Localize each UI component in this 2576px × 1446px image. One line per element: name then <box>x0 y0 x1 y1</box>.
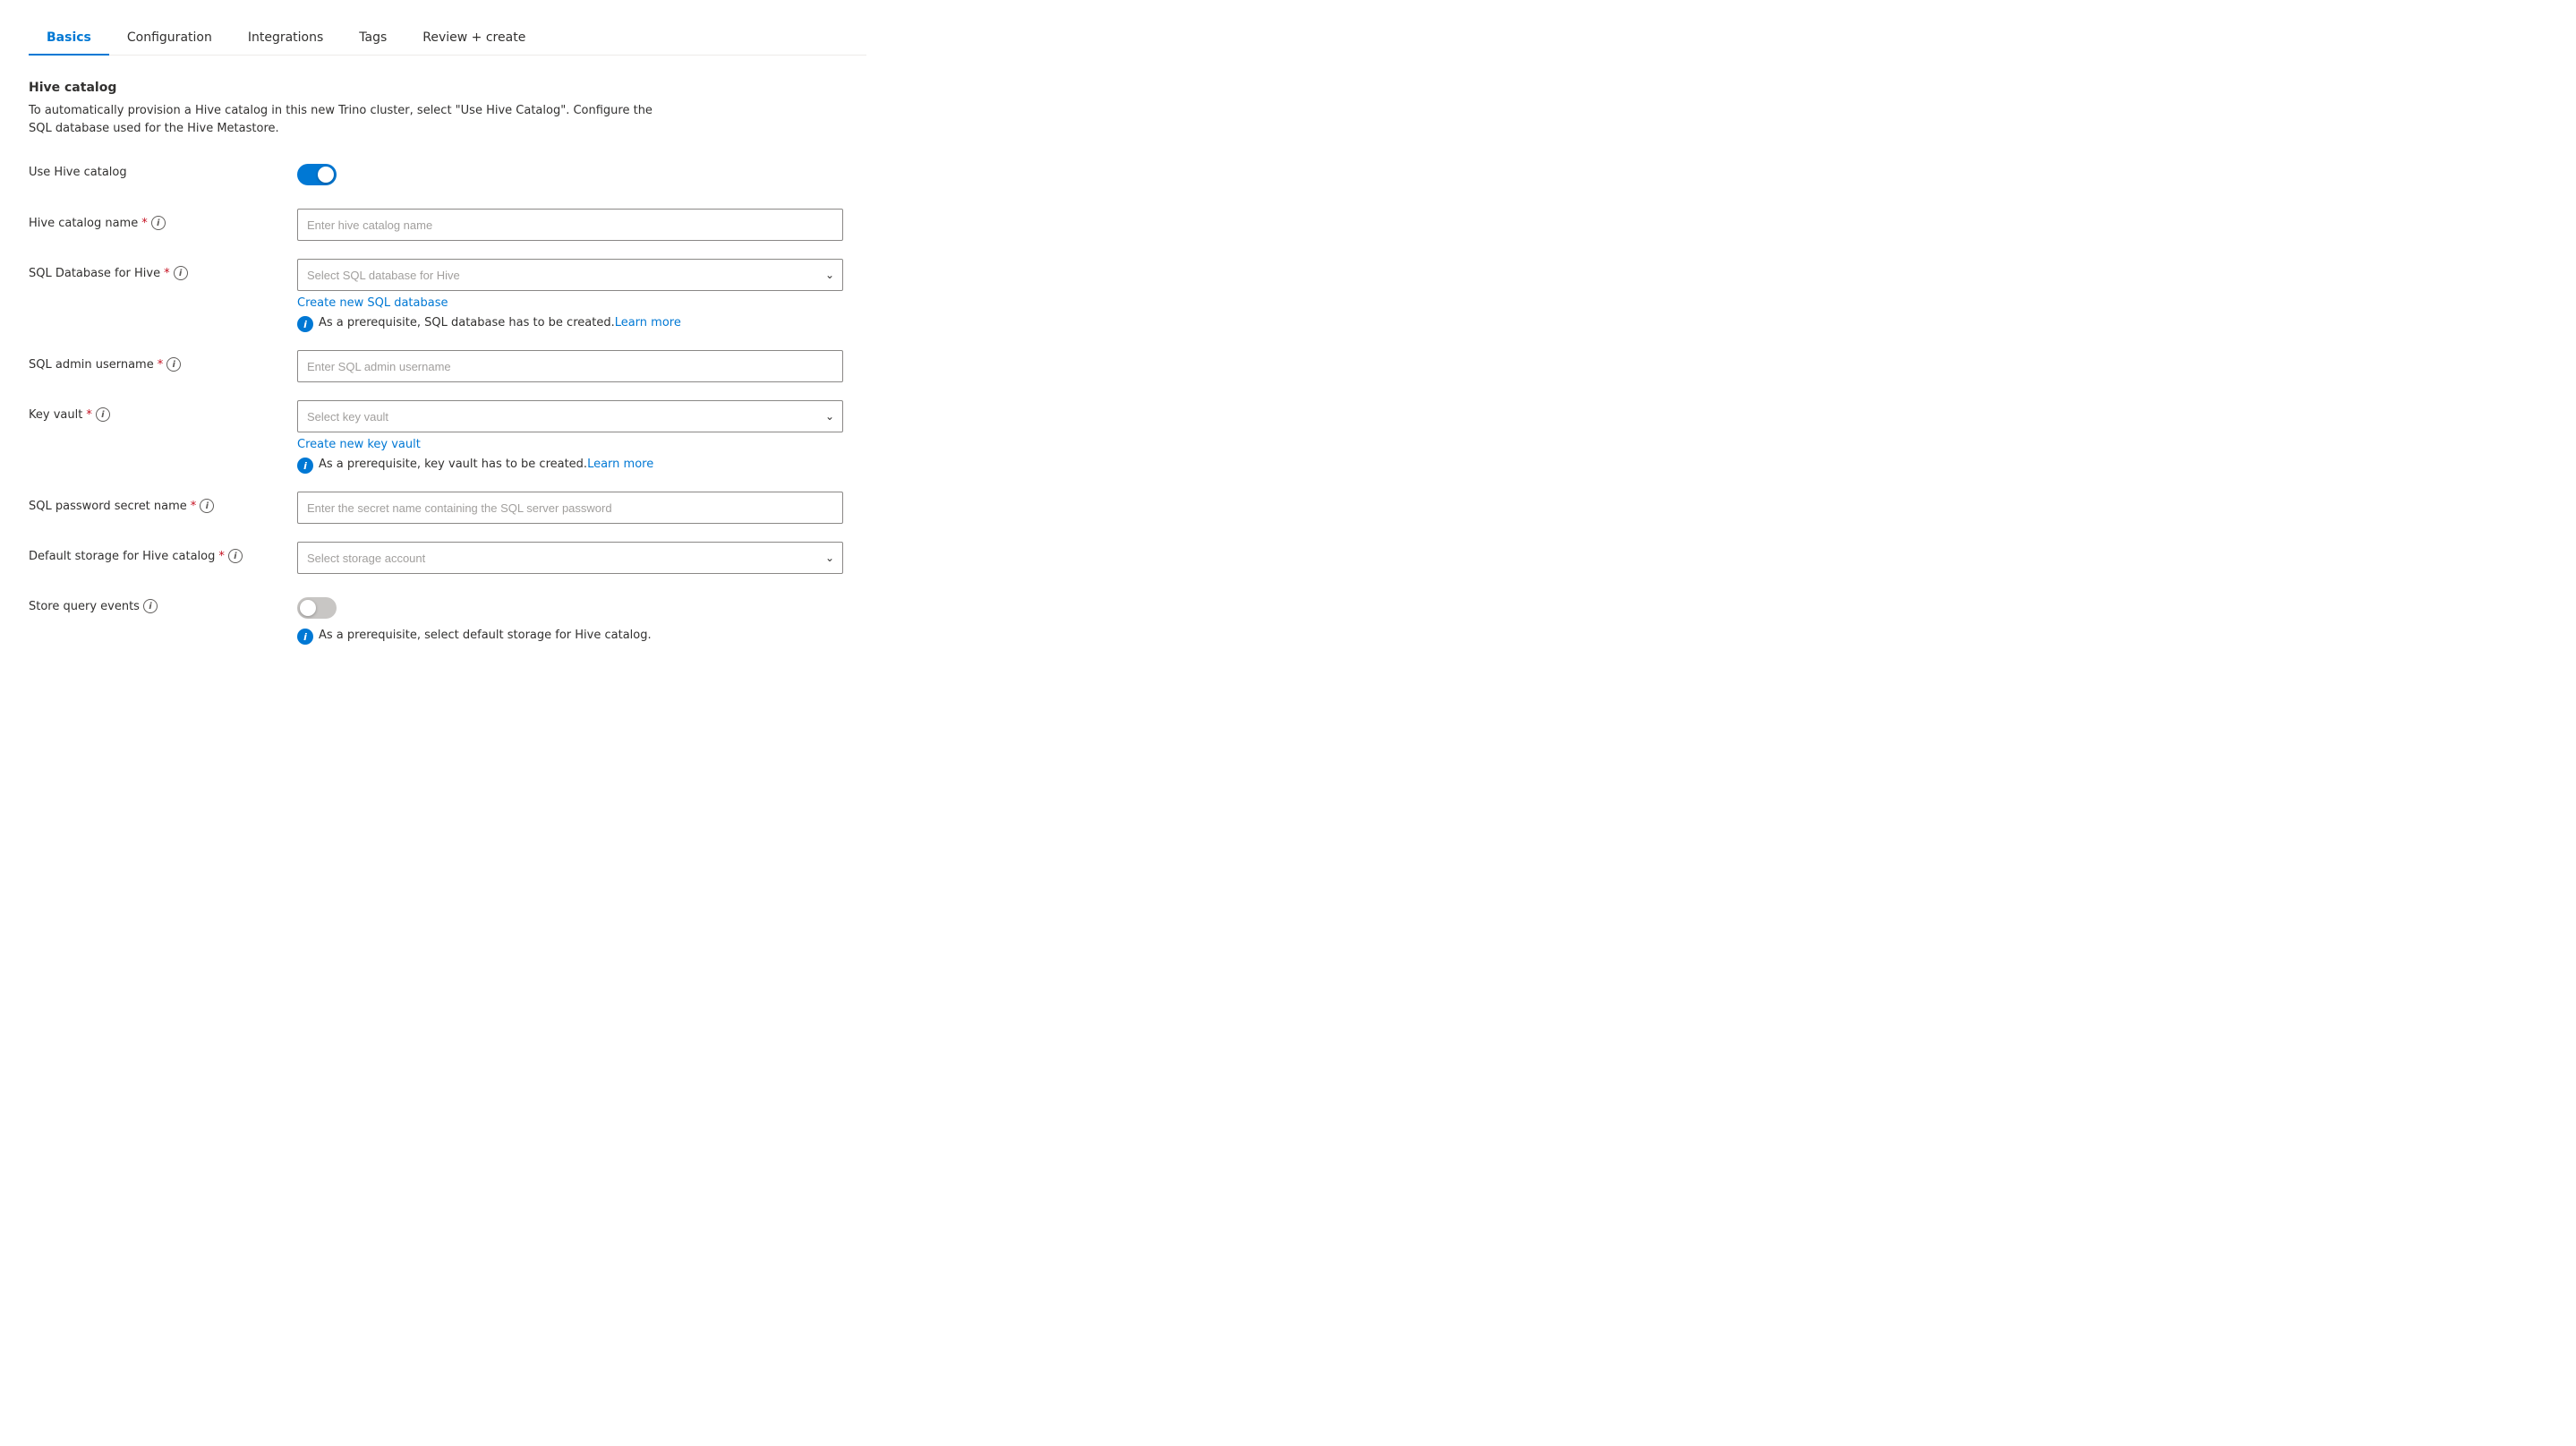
hive-catalog-name-input[interactable] <box>297 209 843 241</box>
sql-database-select[interactable]: Select SQL database for Hive <box>297 259 843 291</box>
sql-admin-username-info-icon[interactable]: i <box>166 357 181 372</box>
sql-password-secret-row: SQL password secret name * i <box>29 492 866 524</box>
sql-database-label: SQL Database for Hive * i <box>29 259 297 280</box>
store-query-events-info-message: i As a prerequisite, select default stor… <box>297 628 843 645</box>
default-storage-label: Default storage for Hive catalog * i <box>29 542 297 563</box>
tab-bar: Basics Configuration Integrations Tags R… <box>29 21 866 56</box>
sql-database-info-text: As a prerequisite, SQL database has to b… <box>319 315 681 331</box>
sql-admin-username-input[interactable] <box>297 350 843 382</box>
toggle-knob <box>318 167 334 183</box>
create-key-vault-link[interactable]: Create new key vault <box>297 438 843 451</box>
tab-basics[interactable]: Basics <box>29 21 109 56</box>
key-vault-info-message: i As a prerequisite, key vault has to be… <box>297 457 843 474</box>
tab-integrations[interactable]: Integrations <box>230 21 341 56</box>
sql-password-secret-input[interactable] <box>297 492 843 524</box>
hive-catalog-name-info-icon[interactable]: i <box>151 216 166 230</box>
key-vault-control: Select key vault ⌄ Create new key vault … <box>297 400 843 474</box>
tab-review-create[interactable]: Review + create <box>405 21 543 56</box>
key-vault-info-text: As a prerequisite, key vault has to be c… <box>319 457 653 473</box>
store-query-events-control: i As a prerequisite, select default stor… <box>297 592 843 645</box>
sql-database-learn-more-link[interactable]: Learn more <box>615 316 681 329</box>
hive-catalog-name-row: Hive catalog name * i <box>29 209 866 241</box>
use-hive-catalog-label: Use Hive catalog <box>29 158 297 179</box>
hive-catalog-name-label: Hive catalog name * i <box>29 209 297 230</box>
sql-database-select-wrapper: Select SQL database for Hive ⌄ <box>297 259 843 291</box>
create-sql-database-link[interactable]: Create new SQL database <box>297 296 843 310</box>
default-storage-control: Select storage account ⌄ <box>297 542 843 574</box>
toggle-slider-on <box>297 164 337 185</box>
sql-password-secret-control <box>297 492 843 524</box>
toggle-slider-off <box>297 597 337 619</box>
tab-tags[interactable]: Tags <box>341 21 405 56</box>
key-vault-row: Key vault * i Select key vault ⌄ Create … <box>29 400 866 474</box>
key-vault-learn-more-link[interactable]: Learn more <box>587 458 653 471</box>
store-query-events-info-icon[interactable]: i <box>143 599 158 613</box>
info-circle-icon: i <box>297 458 313 474</box>
page-container: Basics Configuration Integrations Tags R… <box>0 0 895 684</box>
use-hive-catalog-row: Use Hive catalog <box>29 158 866 191</box>
section-title: Hive catalog <box>29 81 866 95</box>
key-vault-info-icon[interactable]: i <box>96 407 110 422</box>
use-hive-catalog-toggle[interactable] <box>297 164 337 185</box>
sql-database-info-message: i As a prerequisite, SQL database has to… <box>297 315 843 332</box>
required-star: * <box>218 550 225 563</box>
info-circle-icon: i <box>297 316 313 332</box>
store-query-events-label: Store query events i <box>29 592 297 613</box>
required-star: * <box>191 500 197 513</box>
store-query-events-toggle[interactable] <box>297 597 337 619</box>
hive-catalog-name-control <box>297 209 843 241</box>
required-star: * <box>158 358 164 372</box>
required-star: * <box>141 217 148 230</box>
sql-password-secret-label: SQL password secret name * i <box>29 492 297 513</box>
store-query-events-info-text: As a prerequisite, select default storag… <box>319 628 652 644</box>
default-storage-select[interactable]: Select storage account <box>297 542 843 574</box>
sql-database-row: SQL Database for Hive * i Select SQL dat… <box>29 259 866 332</box>
sql-password-secret-info-icon[interactable]: i <box>200 499 214 513</box>
key-vault-select[interactable]: Select key vault <box>297 400 843 432</box>
sql-admin-username-row: SQL admin username * i <box>29 350 866 382</box>
default-storage-info-icon[interactable]: i <box>228 549 243 563</box>
section-description: To automatically provision a Hive catalo… <box>29 102 655 137</box>
default-storage-select-wrapper: Select storage account ⌄ <box>297 542 843 574</box>
key-vault-label: Key vault * i <box>29 400 297 422</box>
store-query-events-row: Store query events i i As a prerequisite… <box>29 592 866 645</box>
required-star: * <box>86 408 92 422</box>
key-vault-select-wrapper: Select key vault ⌄ <box>297 400 843 432</box>
default-storage-row: Default storage for Hive catalog * i Sel… <box>29 542 866 574</box>
sql-database-info-icon[interactable]: i <box>174 266 188 280</box>
toggle-knob <box>300 600 316 616</box>
sql-admin-username-label: SQL admin username * i <box>29 350 297 372</box>
sql-database-control: Select SQL database for Hive ⌄ Create ne… <box>297 259 843 332</box>
sql-admin-username-control <box>297 350 843 382</box>
required-star: * <box>164 267 170 280</box>
use-hive-catalog-control <box>297 158 843 189</box>
tab-configuration[interactable]: Configuration <box>109 21 230 56</box>
info-circle-icon: i <box>297 629 313 645</box>
